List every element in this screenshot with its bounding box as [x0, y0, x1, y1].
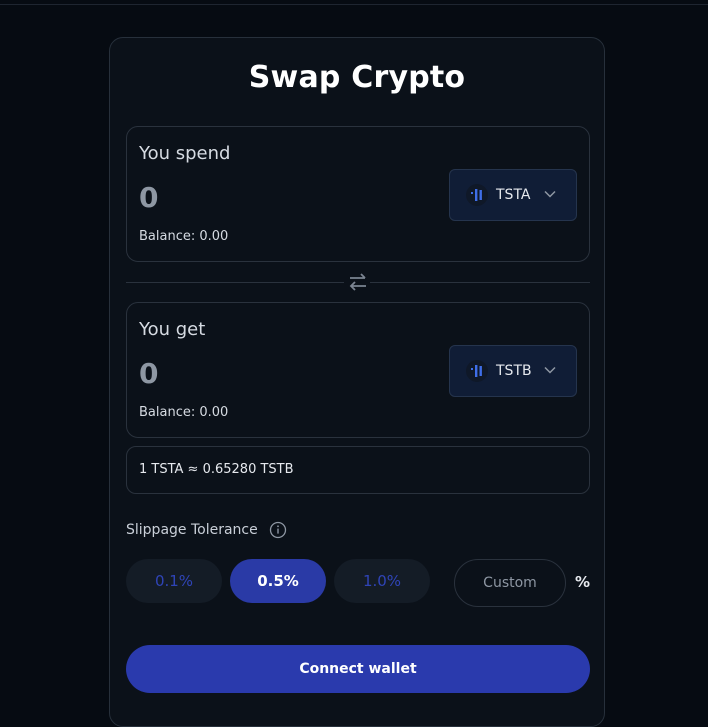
divider [370, 282, 590, 283]
info-icon[interactable] [269, 521, 287, 539]
slippage-option-1.0[interactable]: 1.0% [334, 559, 430, 603]
spend-amount-input[interactable] [139, 179, 339, 215]
chevron-down-icon [544, 366, 556, 374]
get-label: You get [139, 319, 206, 340]
page-title: Swap Crypto [248, 60, 466, 95]
spend-token-select[interactable]: TSTA [449, 169, 577, 221]
top-divider [0, 4, 708, 5]
divider [126, 282, 344, 283]
percent-unit: % [575, 573, 591, 591]
token-bars-icon [466, 184, 488, 206]
spend-balance: Balance: 0.00 [139, 229, 229, 244]
swap-arrows-icon[interactable] [347, 272, 369, 292]
get-balance: Balance: 0.00 [139, 405, 229, 420]
chevron-down-icon [544, 190, 556, 198]
slippage-label: Slippage Tolerance [126, 522, 258, 538]
exchange-rate: 1 TSTA ≈ 0.65280 TSTB [126, 446, 590, 494]
spend-label: You spend [139, 143, 231, 164]
spend-token-name: TSTA [496, 187, 531, 203]
get-token-select[interactable]: TSTB [449, 345, 577, 397]
slippage-option-0.1[interactable]: 0.1% [126, 559, 222, 603]
get-token-name: TSTB [496, 363, 532, 379]
spend-panel: You spend Balance: 0.00 TSTA [126, 126, 590, 262]
get-panel: You get Balance: 0.00 TSTB [126, 302, 590, 438]
connect-wallet-button[interactable]: Connect wallet [126, 645, 590, 693]
swap-card: Swap Crypto You spend Balance: 0.00 TSTA [109, 37, 605, 727]
token-bars-icon [466, 360, 488, 382]
get-amount-input[interactable] [139, 355, 339, 391]
custom-slippage-input[interactable] [454, 559, 566, 607]
slippage-option-0.5-selected[interactable]: 0.5% [230, 559, 326, 603]
